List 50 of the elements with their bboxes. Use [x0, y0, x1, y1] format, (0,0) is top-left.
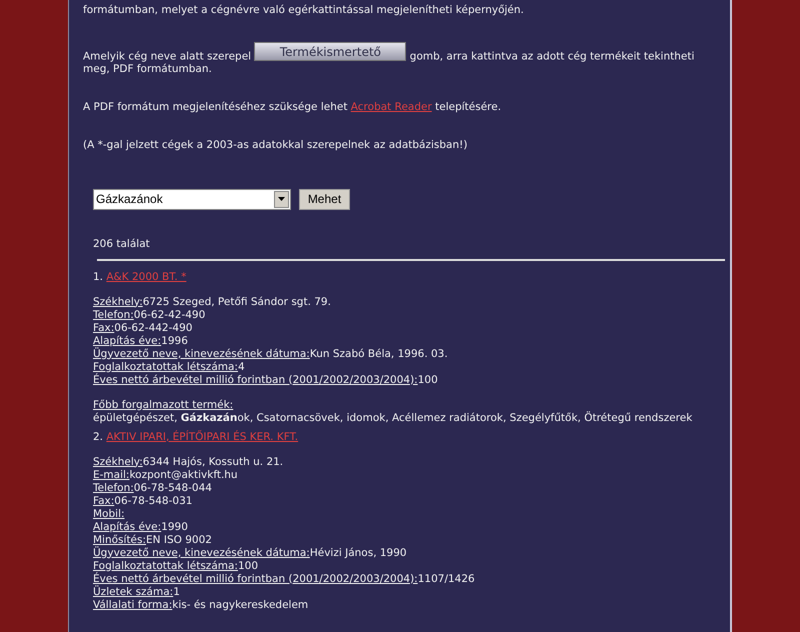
field-value: Hévizi János, 1990 [310, 546, 407, 558]
field-label: Üzletek száma: [93, 586, 174, 598]
field-value: 1 [173, 586, 180, 598]
field-value: Kun Szabó Béla, 1996. 03. [310, 348, 448, 360]
field-label: Ügyvezető neve, kinevezésének dátuma: [93, 546, 310, 558]
field-label: Székhely: [93, 456, 143, 468]
field-value: 06-78-548-031 [114, 494, 192, 506]
field-label: Alapítás éve: [93, 520, 162, 532]
item-number: 2. [93, 430, 104, 442]
result-count: 206 találat [93, 238, 151, 250]
field-label: Foglalkoztatottak létszáma: [93, 560, 238, 572]
product-list: épületgépészet, Gázkazánok, Csatornacsövek, idomok, Acéllemez radiátorok, Szegélyfűtők, Ötrétegű rendszerek [93, 412, 730, 424]
info-paragraph: A PDF formátum megjelenítéséhez szüksége lehet Acrobat Reader telepítésére. [83, 100, 502, 112]
field-value: EN ISO 9002 [146, 534, 212, 546]
info-paragraph: Amelyik cég neve alatt szerepel Termékismertető gomb, arra kattintva az adott cég termékeit tekintheti meg, PDF formátumban. [83, 42, 703, 74]
field-value: 100 [418, 374, 438, 386]
field-value: 100 [238, 560, 258, 572]
field-value: 6725 Szeged, Petőfi Sándor sgt. 79. [142, 296, 331, 308]
dropdown-arrow-icon [278, 197, 285, 201]
item-number: 1. [93, 270, 104, 282]
go-button[interactable]: Mehet [299, 188, 350, 210]
field-label: Alapítás éve: [93, 334, 162, 346]
field-value: 06-78-548-044 [134, 482, 212, 494]
field-label: Telefon: [93, 308, 134, 320]
field-label: Telefon: [93, 482, 134, 494]
field-label: E-mail: [93, 468, 130, 480]
field-label: Fax: [93, 322, 114, 334]
field-value: 1107/1426 [418, 572, 475, 584]
info-paragraph: (A *-gal jelzett cégek a 2003-as adatokkal szerepelnek az adatbázisban!) [83, 138, 468, 150]
field-label: Foglalkoztatottak létszáma: [93, 360, 238, 372]
field-label: Minősítés: [93, 534, 146, 546]
field-label: Vállalati forma: [93, 598, 172, 610]
field-value: 06-62-442-490 [114, 322, 192, 334]
field-label: Főbb forgalmazott termék: [93, 398, 234, 410]
field-value: 1996 [161, 334, 188, 346]
field-label: Fax: [93, 494, 114, 506]
field-label: Mobil: [93, 508, 125, 520]
field-label: Székhely: [93, 296, 143, 308]
category-select[interactable]: Gázkazánok [93, 188, 291, 210]
field-value: 6344 Hajós, Kossuth u. 21. [142, 456, 284, 468]
field-value: 06-62-42-490 [134, 308, 206, 320]
field-label: Ügyvezető neve, kinevezésének dátuma: [93, 348, 310, 360]
field-value: kis- és nagykereskedelem [172, 598, 308, 610]
product-sheet-button[interactable]: Termékismertető [254, 42, 406, 61]
field-value: kozpont@aktivkft.hu [129, 468, 238, 480]
field-label: Éves nettó árbevétel millió forintban (2001/2002/2003/2004): [93, 572, 418, 584]
field-value: 1990 [161, 520, 188, 532]
field-label: Éves nettó árbevétel millió forintban (2001/2002/2003/2004): [93, 374, 418, 386]
info-paragraph: formátumban, melyet a cégnévre való egérkattintással megjelenítheti képernyőjén. [83, 4, 525, 16]
field-value: 4 [238, 360, 245, 372]
